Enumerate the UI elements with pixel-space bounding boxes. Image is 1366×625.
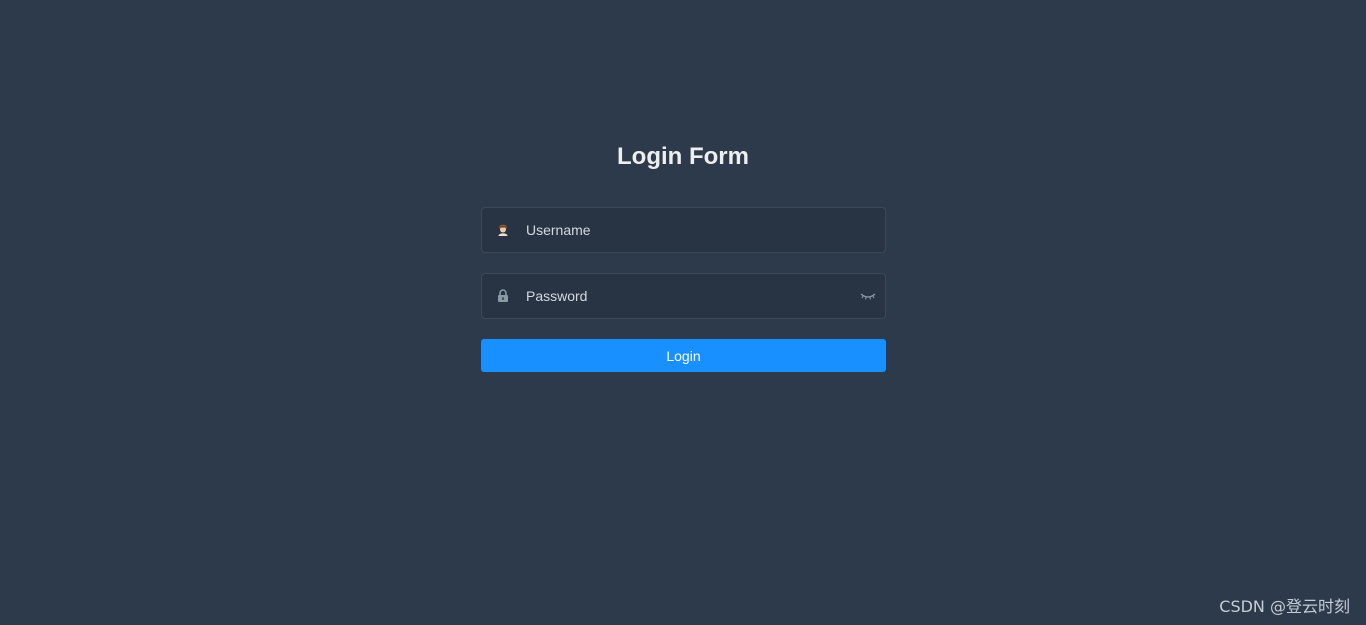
username-input[interactable] (526, 208, 846, 252)
watermark: CSDN @登云时刻 (1219, 597, 1350, 616)
password-field[interactable] (481, 273, 886, 319)
user-avatar-icon (495, 222, 511, 238)
login-page: Login Form Username Login CSDN @登云时刻 (0, 0, 1366, 625)
username-field[interactable] (481, 207, 886, 253)
lock-icon (495, 288, 511, 304)
password-input[interactable] (526, 274, 846, 318)
login-button[interactable]: Login (481, 339, 886, 372)
eye-closed-icon[interactable] (859, 288, 877, 304)
page-title: Login Form (617, 143, 749, 170)
